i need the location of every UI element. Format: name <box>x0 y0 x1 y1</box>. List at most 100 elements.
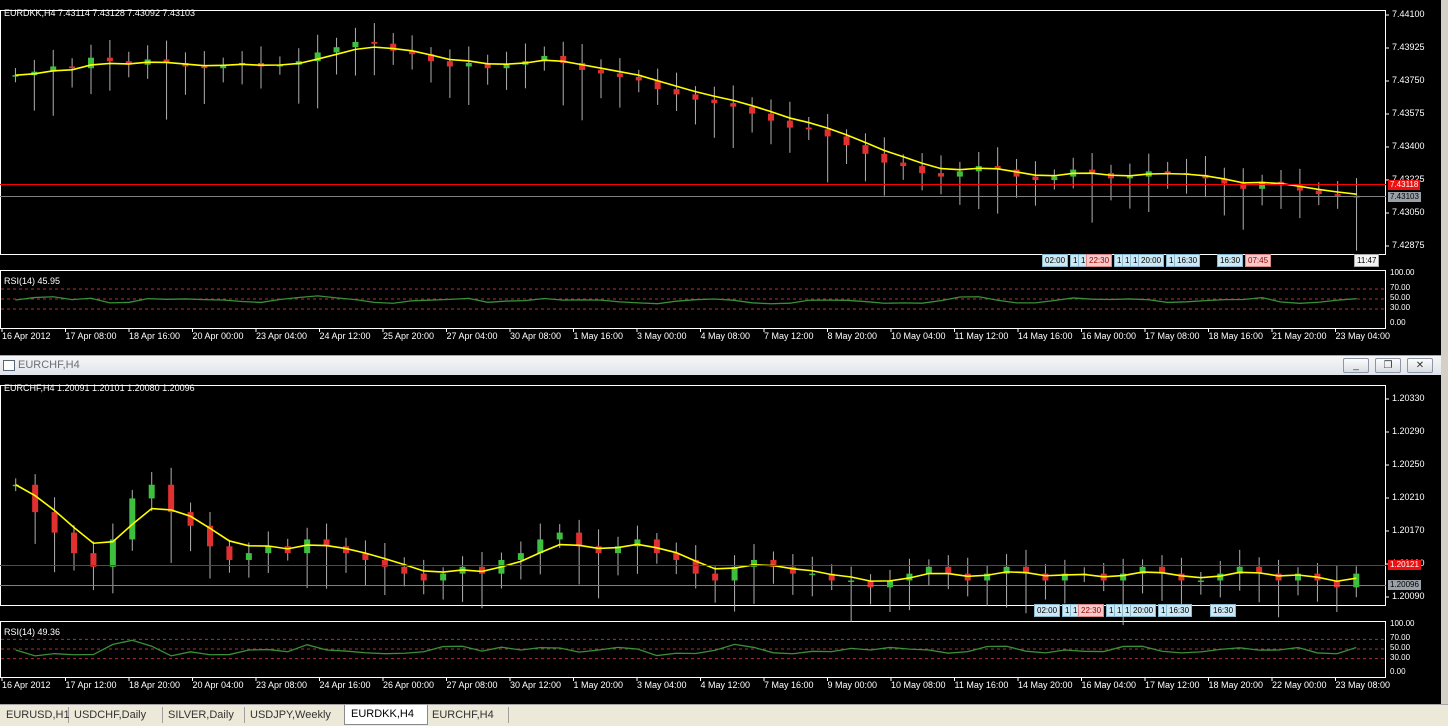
eurdkk-candle-body <box>881 153 888 163</box>
eurdkk-price-tick-label: 7.43750 <box>1392 75 1425 85</box>
eurdkk-candle-body <box>919 166 926 174</box>
eurdkk-time-label: 17 Apr 08:00 <box>65 331 117 341</box>
eurchf-time-label: 1 May 20:00 <box>573 680 624 690</box>
eurdkk-time-label: 7 May 12:00 <box>764 331 814 341</box>
eurchf-candle-body <box>576 532 583 547</box>
eurchf-candle-body <box>401 566 408 574</box>
eurdkk-price-tick-label: 7.44100 <box>1392 9 1425 19</box>
eurchf-price-tick-label: 1.20250 <box>1392 459 1425 469</box>
eurchf-candle-body <box>265 546 272 554</box>
eurdkk-time-label: 17 May 08:00 <box>1145 331 1200 341</box>
eurdkk-main-frame <box>0 10 1386 255</box>
eurchf-candle-body <box>148 484 155 499</box>
eurchf-price-tick-label: 1.20210 <box>1392 492 1425 502</box>
eurchf-event-tag: 16:30 <box>1166 604 1193 617</box>
eurdkk-candle-body <box>465 62 472 67</box>
eurdkk-event-tag: 07:45 <box>1245 254 1272 267</box>
tab-usdjpy-weekly[interactable]: USDJPY,Weekly <box>244 707 345 723</box>
eurchf-rsi-label: RSI(14) 49.36 <box>4 627 61 637</box>
tab-silver-daily[interactable]: SILVER,Daily <box>162 707 245 723</box>
eurchf-time-label: 18 Apr 20:00 <box>129 680 181 690</box>
eurdkk-rsi-tick-label: 100.00 <box>1390 268 1415 277</box>
tab-eurdkk-h4[interactable]: EURDKK,H4 <box>344 705 428 725</box>
eurdkk-time-label: 14 May 16:00 <box>1018 331 1073 341</box>
eurdkk-moving-average-line <box>15 46 1357 196</box>
eurdkk-candle-body <box>956 171 963 177</box>
eurchf-candle-body <box>109 539 116 567</box>
eurchf-candle-body <box>653 539 660 554</box>
eurdkk-rsi-tick-label: 50.00 <box>1390 293 1411 302</box>
eurchf-time-label: 23 Apr 08:00 <box>256 680 308 690</box>
eurchf-event-tag: 20:00 <box>1130 604 1157 617</box>
eurdkk-price-tick-label: 7.43400 <box>1392 141 1425 151</box>
eurchf-price-tick-label: 1.20330 <box>1392 393 1425 403</box>
eurchf-rsi-tick-label: 70.00 <box>1390 633 1411 643</box>
eurchf-candle-body <box>420 573 427 581</box>
eurchf-candle-body <box>925 566 932 574</box>
eurchf-ohlc-info: EURCHF,H4 1.20091 1.20101 1.20080 1.2009… <box>4 383 195 393</box>
eurdkk-candle-body <box>824 129 831 137</box>
eurdkk-candle-body <box>900 162 907 167</box>
eurdkk-time-label: 18 May 16:00 <box>1208 331 1264 341</box>
eurdkk-candle-body <box>749 106 756 114</box>
eurchf-rsi-tick-label: 50.00 <box>1390 643 1411 652</box>
eurchf-time-label: 16 Apr 2012 <box>2 680 51 690</box>
eurchf-ask-badge: 1.20121 <box>1388 560 1421 570</box>
eurchf-candle-body <box>90 553 97 567</box>
eurchf-time-label: 22 May 00:00 <box>1272 680 1327 690</box>
eurchf-chart-canvas[interactable] <box>0 375 1441 704</box>
eurdkk-rsi-label: RSI(14) 45.95 <box>4 276 61 286</box>
eurdkk-candle-body <box>371 41 378 44</box>
eurdkk-event-tag: 20:00 <box>1138 254 1165 267</box>
eurdkk-rsi-tick-label: 30.00 <box>1390 303 1411 312</box>
eurdkk-candle-body <box>1315 190 1322 195</box>
eurchf-candle-body <box>32 484 39 513</box>
eurchf-rsi-line <box>15 639 1357 657</box>
eurdkk-chart-panel[interactable]: EURDKK,H4 7.43114 7.43128 7.43092 7.4310… <box>0 0 1441 355</box>
eurchf-time-label: 11 May 16:00 <box>954 680 1009 690</box>
eurdkk-candle-body <box>730 103 737 107</box>
eurdkk-time-label: 1 May 16:00 <box>573 331 624 341</box>
eurdkk-event-tag: 11:47 <box>1354 254 1380 267</box>
eurdkk-candle-body <box>88 57 94 69</box>
eurchf-time-label: 27 Apr 08:00 <box>446 680 498 690</box>
eurchf-event-tag: 02:00 <box>1034 604 1061 617</box>
eurdkk-candle-body <box>201 66 208 69</box>
eurdkk-time-label: 25 Apr 20:00 <box>383 331 435 341</box>
eurdkk-event-tag: 16:30 <box>1217 254 1244 267</box>
eurdkk-time-label: 30 Apr 08:00 <box>510 331 562 341</box>
eurdkk-time-label: 27 Apr 04:00 <box>446 331 498 341</box>
close-button[interactable]: ✕ <box>1407 358 1433 373</box>
minimize-button[interactable]: _ <box>1343 358 1369 373</box>
eurchf-time-label: 3 May 04:00 <box>637 680 687 690</box>
eurdkk-candle-body <box>333 47 340 53</box>
eurdkk-candle-body <box>711 99 718 104</box>
eurchf-time-label: 14 May 20:00 <box>1018 680 1073 690</box>
eurdkk-candle-body <box>768 113 774 121</box>
eurdkk-bid-badge: 7.43103 <box>1388 192 1421 202</box>
eurchf-chart-panel[interactable]: EURCHF,H4 1.20091 1.20101 1.20080 1.2009… <box>0 375 1441 704</box>
eurchf-window-titlebar[interactable]: EURCHF,H4 _ ❐ ✕ <box>0 355 1448 376</box>
tab-eurusd-h1[interactable]: EURUSD,H1 <box>0 707 70 723</box>
eurchf-rsi-tick-label: 100.00 <box>1390 619 1415 628</box>
chart-window-icon <box>3 360 15 371</box>
eurdkk-candle-body <box>1032 176 1039 181</box>
eurdkk-rsi-line <box>15 295 1357 305</box>
tab-eurchf-h4[interactable]: EURCHF,H4 <box>426 707 509 723</box>
eurchf-time-label: 18 May 20:00 <box>1208 680 1264 690</box>
eurdkk-candle-body <box>1334 194 1341 196</box>
eurdkk-chart-canvas[interactable] <box>0 0 1441 355</box>
eurchf-candle-body <box>945 566 952 574</box>
eurdkk-candle-body <box>938 173 944 177</box>
eurchf-time-label: 30 Apr 12:00 <box>510 680 562 690</box>
tab-usdchf-daily[interactable]: USDCHF,Daily <box>68 707 163 723</box>
eurdkk-candle-body <box>862 145 869 154</box>
restore-button[interactable]: ❐ <box>1375 358 1401 373</box>
eurdkk-price-tick-label: 7.43575 <box>1392 108 1425 118</box>
eurdkk-candle-body <box>390 43 397 51</box>
eurchf-candle-body <box>284 546 291 554</box>
eurchf-candle-body <box>71 532 77 554</box>
eurdkk-ohlc-info: EURDKK,H4 7.43114 7.43128 7.43092 7.4310… <box>4 8 195 18</box>
eurchf-moving-average-line <box>15 484 1357 583</box>
eurdkk-candle-body <box>843 136 850 146</box>
